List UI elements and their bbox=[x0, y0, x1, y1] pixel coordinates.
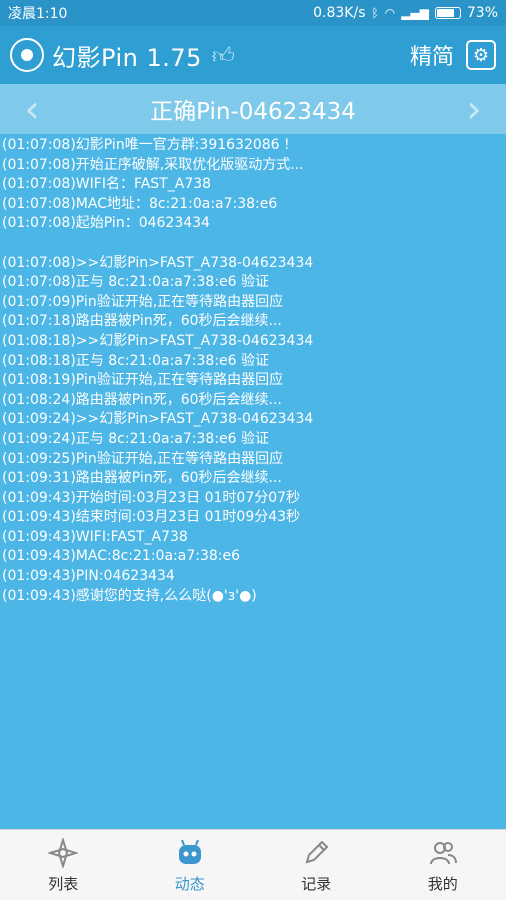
log-line: (01:09:24)正与 8c:21:0a:a7:38:e6 验证 bbox=[2, 430, 270, 447]
log-line: (01:09:25)Pin验证开始,正在等待路由器回应 bbox=[2, 450, 284, 467]
log-line: (01:07:09)Pin验证开始,正在等待路由器回应 bbox=[2, 293, 284, 310]
lite-mode-button[interactable]: 精简 bbox=[410, 39, 454, 71]
log-line: (01:09:31)路由器被Pin死，60秒后会继续... bbox=[2, 470, 282, 487]
tab-robot[interactable]: 动态 bbox=[127, 830, 254, 900]
settings-icon[interactable]: ⚙ bbox=[466, 40, 496, 70]
log-line: (01:07:08)正与 8c:21:0a:a7:38:e6 验证 bbox=[2, 274, 270, 291]
log-line: (01:09:43)PIN:04623434 bbox=[2, 568, 175, 585]
log-line: (01:08:24)路由器被Pin死，60秒后会继续... bbox=[2, 391, 282, 408]
log-line: (01:09:43)结束时间:03月23日 01时09分43秒 bbox=[2, 509, 301, 526]
wifi-icon: ◠ bbox=[384, 6, 396, 20]
log-line: (01:07:08)>>幻影Pin>FAST_A738-04623434 bbox=[2, 254, 314, 271]
tab-compass[interactable]: 列表 bbox=[0, 830, 127, 900]
chevron-left-icon[interactable]: ‹ bbox=[10, 84, 54, 134]
log-line: (01:09:43)开始时间:03月23日 01时07分07秒 bbox=[2, 489, 301, 506]
status-bar: 凌晨1:10 0.83K/s ᛒ ◠ ▂▄▆ 73% bbox=[0, 0, 506, 26]
tab-users[interactable]: 我的 bbox=[380, 830, 506, 900]
log-line: (01:07:18)路由器被Pin死，60秒后会继续... bbox=[2, 313, 282, 330]
pin-result-bar: ‹ 正确Pin-04623434 › bbox=[0, 84, 506, 134]
status-time: 凌晨1:10 bbox=[8, 6, 68, 22]
log-list[interactable]: (01:07:08)幻影Pin唯一官方群:391632086 ! (01:07:0… bbox=[0, 136, 506, 826]
tab-label: 记录 bbox=[301, 875, 332, 893]
log-line: (01:08:19)Pin验证开始,正在等待路由器回应 bbox=[2, 372, 284, 389]
tab-label: 动态 bbox=[174, 875, 205, 893]
status-right: 0.83K/s ᛒ ◠ ▂▄▆ 73% bbox=[313, 5, 498, 21]
log-line: (01:09:43)MAC:8c:21:0a:a7:38:e6 bbox=[2, 548, 241, 565]
pencil-icon bbox=[300, 837, 332, 869]
log-line: (01:08:18)正与 8c:21:0a:a7:38:e6 验证 bbox=[2, 352, 270, 369]
users-icon bbox=[427, 837, 459, 869]
pin-result-title: 正确Pin-04623434 bbox=[150, 99, 356, 125]
logo-icon bbox=[10, 38, 44, 72]
log-line: (01:08:18)>>幻影Pin>FAST_A738-04623434 bbox=[2, 332, 314, 349]
log-line: (01:07:08)开始正序破解,采取优化版驱动方式... bbox=[2, 156, 304, 173]
log-line: (01:07:08)WIFI名：FAST_A738 bbox=[2, 176, 212, 193]
log-line: (01:09:43)感谢您的支持,么么哒(●'з'●) bbox=[2, 587, 257, 604]
tab-label: 列表 bbox=[48, 875, 79, 893]
battery-icon bbox=[434, 7, 461, 19]
app-title: 幻影Pin 1.75 bbox=[52, 43, 202, 72]
log-line: (01:07:08)起始Pin：04623434 bbox=[2, 215, 210, 232]
battery-percent: 73% bbox=[466, 5, 498, 21]
log-line: (01:09:24)>>幻影Pin>FAST_A738-04623434 bbox=[2, 411, 314, 428]
log-line: (01:07:08)MAC地址：8c:21:0a:a7:38:e6 bbox=[2, 195, 278, 212]
app-header: 幻影Pin 1.75 👍︎ 精简 ⚙ bbox=[0, 26, 506, 84]
chevron-right-icon[interactable]: › bbox=[452, 84, 496, 134]
signal-icon: ▂▄▆ bbox=[401, 6, 429, 20]
bluetooth-icon: ᛒ bbox=[371, 6, 379, 20]
robot-icon bbox=[174, 837, 206, 869]
bottom-nav: 列表 动态 记录 我的 bbox=[0, 829, 506, 900]
tab-label: 我的 bbox=[427, 875, 458, 893]
compass-icon bbox=[47, 837, 79, 869]
network-speed: 0.83K/s bbox=[313, 5, 366, 21]
tab-pencil[interactable]: 记录 bbox=[253, 830, 380, 900]
log-line: (01:09:43)WIFI:FAST_A738 bbox=[2, 528, 188, 545]
thumbs-up-icon[interactable]: 👍︎ bbox=[212, 42, 235, 69]
log-line: (01:07:08)幻影Pin唯一官方群:391632086 ! bbox=[2, 137, 290, 153]
